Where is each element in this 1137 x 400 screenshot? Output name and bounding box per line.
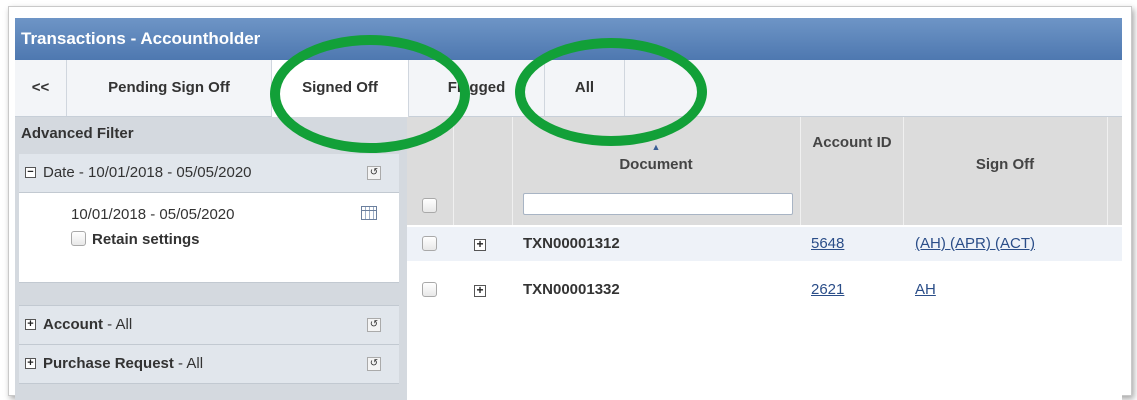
row-checkbox[interactable] — [422, 236, 437, 251]
reset-icon[interactable]: ↺ — [367, 357, 381, 371]
collapse-icon[interactable]: − — [25, 167, 36, 178]
retain-settings-checkbox[interactable] — [71, 231, 86, 246]
table-row[interactable]: + TXN00001312 5648 (AH) (APR) (ACT) — [407, 227, 1122, 261]
column-header-account-id[interactable]: Account ID — [812, 134, 892, 152]
tab-all[interactable]: All — [545, 60, 625, 116]
expand-icon[interactable]: + — [25, 358, 36, 369]
tab-flagged[interactable]: Flagged — [409, 60, 545, 116]
purchase-request-filter-header[interactable]: + Purchase Request - All ↺ — [19, 345, 399, 384]
advanced-filter-panel: Advanced Filter − Date - 10/01/2018 - 05… — [15, 117, 407, 400]
tab-bar: << Pending Sign Off Signed Off Flagged A… — [15, 60, 1122, 117]
document-filter-input[interactable] — [523, 193, 793, 215]
tab-pending-sign-off[interactable]: Pending Sign Off — [67, 60, 272, 116]
reset-icon[interactable]: ↺ — [367, 318, 381, 332]
date-filter-body: 10/01/2018 - 05/05/2020 Retain settings — [19, 193, 399, 283]
retain-settings-label: Retain settings — [92, 231, 200, 248]
date-filter-group: − Date - 10/01/2018 - 05/05/2020 ↺ 10/01… — [19, 154, 399, 283]
row-checkbox[interactable] — [422, 282, 437, 297]
grid-header: ▲ Document Account ID Sign Off — [407, 117, 1122, 225]
tab-signed-off[interactable]: Signed Off — [272, 60, 409, 117]
expand-icon[interactable]: + — [474, 238, 486, 251]
account-filter-value: All — [115, 316, 133, 333]
sign-off-link[interactable]: (AH) (APR) (ACT) — [915, 235, 1035, 252]
expand-icon[interactable]: + — [25, 319, 36, 330]
separator: - — [173, 355, 187, 372]
account-filter-header[interactable]: + Account - All ↺ — [19, 305, 399, 345]
separator: - — [103, 316, 116, 333]
table-row[interactable]: + TXN00001332 2621 AH — [407, 273, 1122, 307]
date-filter-header[interactable]: − Date - 10/01/2018 - 05/05/2020 ↺ — [19, 154, 399, 193]
select-all-checkbox[interactable] — [422, 198, 437, 213]
document-cell: TXN00001312 — [523, 235, 620, 252]
purchase-request-filter-value: All — [186, 355, 204, 372]
column-header-document[interactable]: Document — [512, 156, 800, 173]
account-id-link[interactable]: 5648 — [811, 235, 844, 252]
tab-back[interactable]: << — [15, 60, 67, 116]
column-header-sign-off[interactable]: Sign Off — [903, 156, 1107, 173]
separator: - — [74, 164, 89, 181]
advanced-filter-title: Advanced Filter — [21, 125, 134, 142]
window-title: Transactions - Accountholder — [15, 18, 1122, 60]
sort-asc-icon: ▲ — [651, 142, 661, 152]
date-range-text[interactable]: 10/01/2018 - 05/05/2020 — [71, 206, 234, 223]
retain-settings: Retain settings — [71, 231, 200, 248]
date-filter-label: Date — [43, 164, 75, 181]
document-cell: TXN00001332 — [523, 281, 620, 298]
sign-off-link[interactable]: AH — [915, 281, 936, 298]
reset-icon[interactable]: ↺ — [367, 166, 381, 180]
purchase-request-filter-label: Purchase Request — [43, 355, 174, 372]
account-filter-label: Account — [43, 316, 103, 333]
transactions-grid: ▲ Document Account ID Sign Off + TXN0000… — [407, 117, 1122, 400]
expand-icon[interactable]: + — [474, 284, 486, 297]
account-filter-group: + Account - All ↺ — [19, 305, 399, 345]
account-id-link[interactable]: 2621 — [811, 281, 844, 298]
purchase-request-filter-group: + Purchase Request - All ↺ — [19, 345, 399, 384]
calendar-icon[interactable] — [361, 206, 377, 220]
date-filter-value: 10/01/2018 - 05/05/2020 — [88, 164, 252, 181]
